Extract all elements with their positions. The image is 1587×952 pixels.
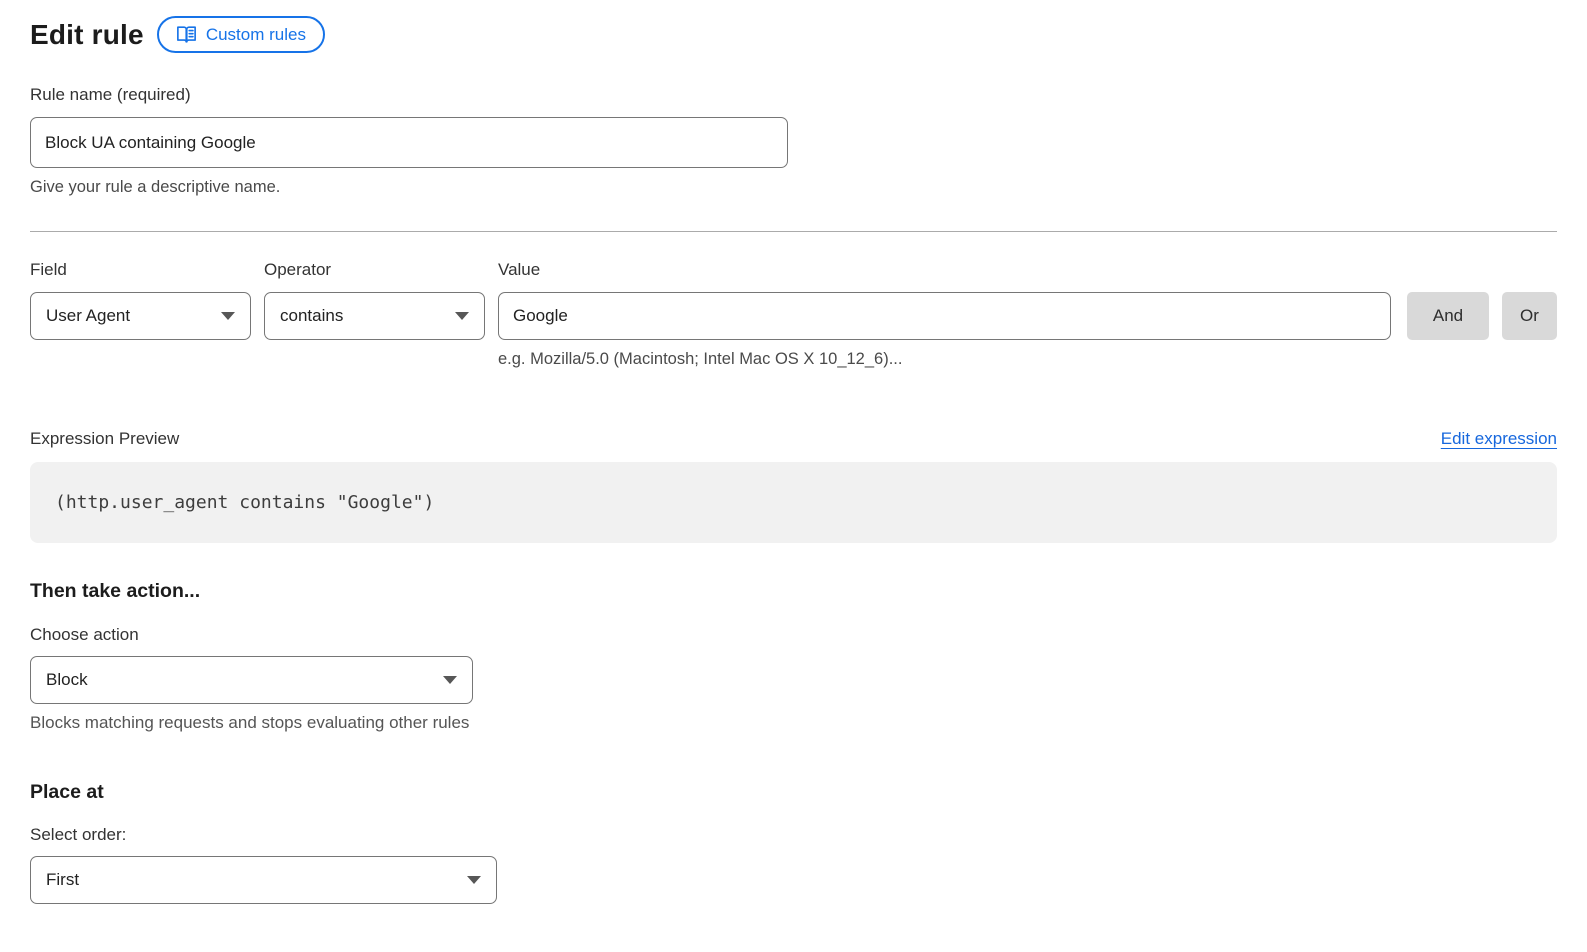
expression-code-block: (http.user_agent contains "Google") xyxy=(30,462,1557,543)
or-button[interactable]: Or xyxy=(1502,292,1557,340)
action-select[interactable]: Block xyxy=(30,656,473,704)
place-at-heading: Place at xyxy=(30,781,1557,804)
operator-label: Operator xyxy=(264,259,485,280)
value-column: Value e.g. Mozilla/5.0 (Macintosh; Intel… xyxy=(498,259,1391,370)
section-divider xyxy=(30,231,1557,232)
open-book-icon xyxy=(176,25,197,44)
rule-name-help: Give your rule a descriptive name. xyxy=(30,177,1557,198)
expression-code: (http.user_agent contains "Google") xyxy=(55,492,434,513)
value-help: e.g. Mozilla/5.0 (Macintosh; Intel Mac O… xyxy=(498,349,1391,370)
page-title: Edit rule xyxy=(30,19,144,51)
page-header: Edit rule Custom rules xyxy=(30,16,1557,53)
action-help: Blocks matching requests and stops evalu… xyxy=(30,712,1557,733)
action-heading: Then take action... xyxy=(30,580,1557,603)
chevron-down-icon xyxy=(221,312,235,320)
value-label: Value xyxy=(498,259,1391,280)
chevron-down-icon xyxy=(443,676,457,684)
action-section: Then take action... Choose action Block … xyxy=(30,580,1557,733)
order-select[interactable]: First xyxy=(30,856,497,904)
operator-column: Operator contains xyxy=(264,259,485,340)
order-selected-value: First xyxy=(46,870,79,890)
chevron-down-icon xyxy=(467,876,481,884)
action-selected-value: Block xyxy=(46,670,88,690)
and-button[interactable]: And xyxy=(1407,292,1489,340)
placement-section: Place at Select order: First xyxy=(30,781,1557,904)
chevron-down-icon xyxy=(455,312,469,320)
field-label: Field xyxy=(30,259,251,280)
condition-row: Field User Agent Operator contains Value… xyxy=(30,259,1557,370)
custom-rules-docs-button[interactable]: Custom rules xyxy=(157,16,325,53)
select-order-label: Select order: xyxy=(30,824,1557,845)
choose-action-label: Choose action xyxy=(30,624,1557,645)
value-input[interactable] xyxy=(498,292,1391,340)
expression-header: Expression Preview Edit expression xyxy=(30,428,1557,449)
field-column: Field User Agent xyxy=(30,259,251,340)
logic-buttons: And Or xyxy=(1391,292,1557,340)
operator-selected-value: contains xyxy=(280,306,343,326)
field-select[interactable]: User Agent xyxy=(30,292,251,340)
custom-rules-label: Custom rules xyxy=(206,25,306,45)
edit-expression-link[interactable]: Edit expression xyxy=(1441,429,1557,449)
rule-name-section: Rule name (required) Give your rule a de… xyxy=(30,84,1557,198)
field-selected-value: User Agent xyxy=(46,306,130,326)
expression-preview-label: Expression Preview xyxy=(30,428,179,449)
operator-select[interactable]: contains xyxy=(264,292,485,340)
rule-name-label: Rule name (required) xyxy=(30,84,1557,105)
edit-rule-page: Edit rule Custom rules Rule name (requir… xyxy=(0,0,1587,904)
rule-name-input[interactable] xyxy=(30,117,788,168)
